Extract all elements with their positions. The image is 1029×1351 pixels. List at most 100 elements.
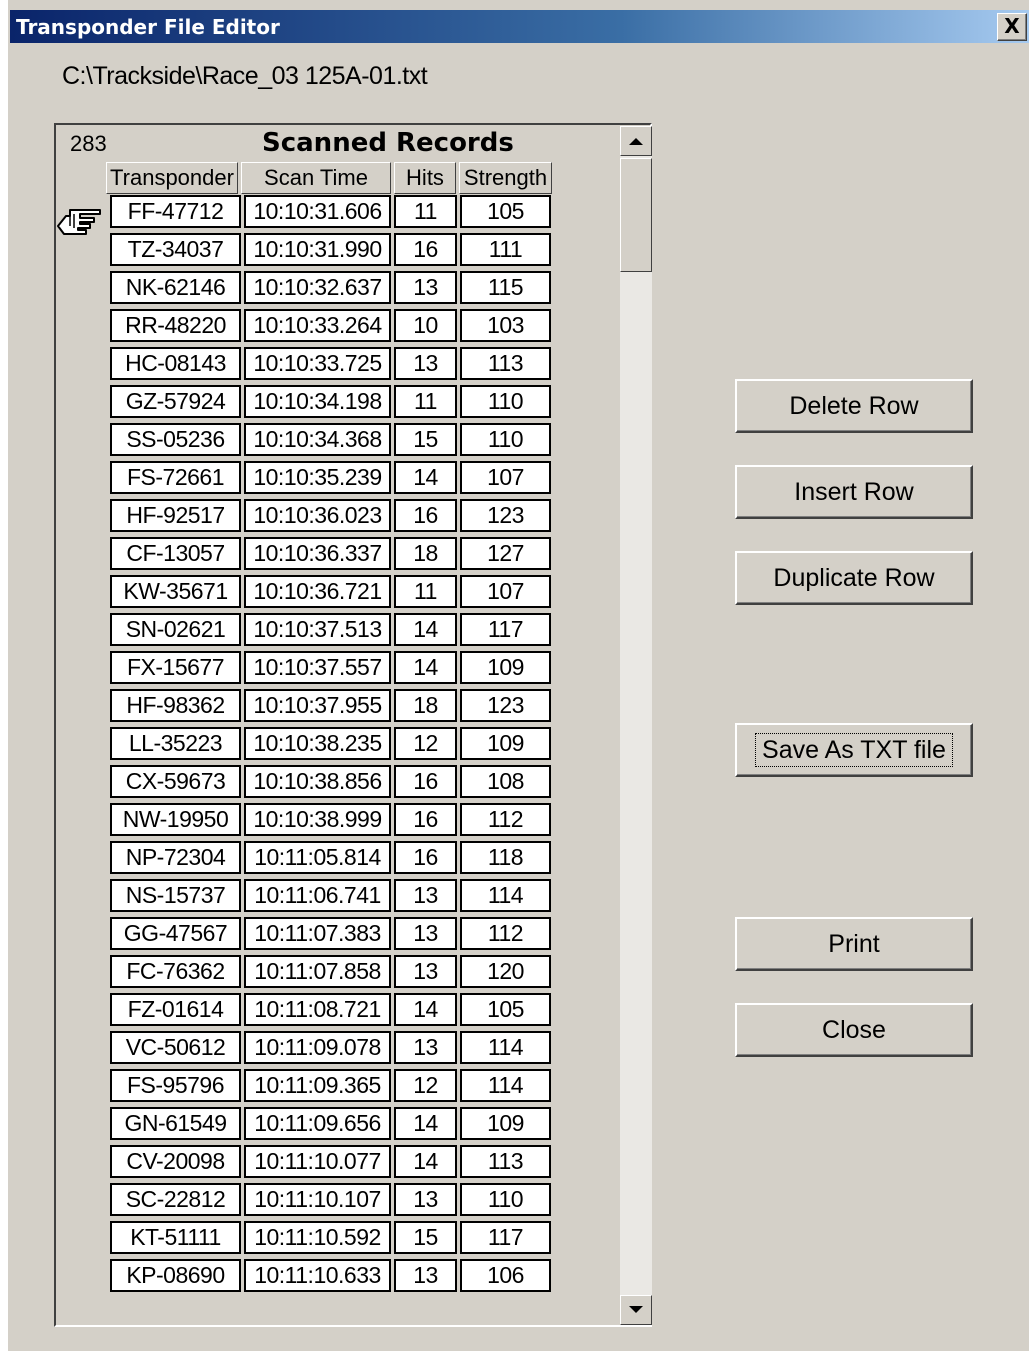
cell-scan-time[interactable]: 10:10:33.725 — [244, 347, 391, 380]
cell-scan-time[interactable]: 10:10:31.606 — [244, 195, 391, 228]
cell-scan-time[interactable]: 10:10:38.999 — [244, 803, 391, 836]
cell-transponder[interactable]: GG-47567 — [110, 917, 241, 950]
cell-hits[interactable]: 16 — [394, 499, 457, 532]
cell-hits[interactable]: 10 — [394, 309, 457, 342]
cell-strength[interactable]: 127 — [460, 537, 551, 570]
cell-strength[interactable]: 107 — [460, 575, 551, 608]
cell-transponder[interactable]: GZ-57924 — [110, 385, 241, 418]
cell-hits[interactable]: 13 — [394, 955, 457, 988]
cell-hits[interactable]: 16 — [394, 233, 457, 266]
cell-strength[interactable]: 108 — [460, 765, 551, 798]
column-header-strength[interactable]: Strength — [459, 162, 552, 194]
cell-hits[interactable]: 11 — [394, 195, 457, 228]
cell-transponder[interactable]: NK-62146 — [110, 271, 241, 304]
cell-scan-time[interactable]: 10:10:36.023 — [244, 499, 391, 532]
cell-strength[interactable]: 113 — [460, 347, 551, 380]
cell-scan-time[interactable]: 10:11:09.656 — [244, 1107, 391, 1140]
cell-scan-time[interactable]: 10:11:07.858 — [244, 955, 391, 988]
cell-transponder[interactable]: KT-51111 — [110, 1221, 241, 1254]
cell-strength[interactable]: 105 — [460, 993, 551, 1026]
cell-scan-time[interactable]: 10:11:10.077 — [244, 1145, 391, 1178]
cell-hits[interactable]: 13 — [394, 879, 457, 912]
cell-scan-time[interactable]: 10:10:38.235 — [244, 727, 391, 760]
cell-strength[interactable]: 113 — [460, 1145, 551, 1178]
cell-transponder[interactable]: FC-76362 — [110, 955, 241, 988]
cell-transponder[interactable]: FS-72661 — [110, 461, 241, 494]
cell-transponder[interactable]: KP-08690 — [110, 1259, 241, 1292]
cell-strength[interactable]: 117 — [460, 1221, 551, 1254]
cell-hits[interactable]: 13 — [394, 347, 457, 380]
cell-scan-time[interactable]: 10:10:34.368 — [244, 423, 391, 456]
cell-hits[interactable]: 16 — [394, 765, 457, 798]
cell-scan-time[interactable]: 10:10:36.721 — [244, 575, 391, 608]
save-as-txt-button[interactable]: Save As TXT file — [735, 723, 973, 777]
cell-transponder[interactable]: CF-13057 — [110, 537, 241, 570]
cell-transponder[interactable]: SN-02621 — [110, 613, 241, 646]
cell-hits[interactable]: 15 — [394, 423, 457, 456]
cell-strength[interactable]: 106 — [460, 1259, 551, 1292]
cell-transponder[interactable]: FS-95796 — [110, 1069, 241, 1102]
print-button[interactable]: Print — [735, 917, 973, 971]
cell-scan-time[interactable]: 10:11:07.383 — [244, 917, 391, 950]
cell-hits[interactable]: 12 — [394, 727, 457, 760]
cell-scan-time[interactable]: 10:11:10.592 — [244, 1221, 391, 1254]
arrow-down-icon[interactable] — [620, 1295, 652, 1325]
cell-transponder[interactable]: TZ-34037 — [110, 233, 241, 266]
cell-transponder[interactable]: CX-59673 — [110, 765, 241, 798]
close-button[interactable]: Close — [735, 1003, 973, 1057]
cell-strength[interactable]: 109 — [460, 727, 551, 760]
cell-scan-time[interactable]: 10:11:09.078 — [244, 1031, 391, 1064]
cell-scan-time[interactable]: 10:10:37.513 — [244, 613, 391, 646]
close-window-button[interactable]: X — [997, 13, 1027, 41]
cell-strength[interactable]: 123 — [460, 499, 551, 532]
cell-hits[interactable]: 14 — [394, 993, 457, 1026]
cell-strength[interactable]: 114 — [460, 1031, 551, 1064]
column-header-hits[interactable]: Hits — [394, 162, 456, 194]
cell-strength[interactable]: 105 — [460, 195, 551, 228]
cell-strength[interactable]: 123 — [460, 689, 551, 722]
cell-transponder[interactable]: SS-05236 — [110, 423, 241, 456]
cell-hits[interactable]: 11 — [394, 385, 457, 418]
cell-hits[interactable]: 13 — [394, 1183, 457, 1216]
vertical-scrollbar[interactable] — [620, 126, 652, 1325]
cell-strength[interactable]: 110 — [460, 385, 551, 418]
cell-transponder[interactable]: NW-19950 — [110, 803, 241, 836]
cell-scan-time[interactable]: 10:10:37.955 — [244, 689, 391, 722]
cell-hits[interactable]: 14 — [394, 651, 457, 684]
cell-transponder[interactable]: CV-20098 — [110, 1145, 241, 1178]
cell-strength[interactable]: 110 — [460, 1183, 551, 1216]
cell-strength[interactable]: 112 — [460, 917, 551, 950]
cell-transponder[interactable]: RR-48220 — [110, 309, 241, 342]
cell-hits[interactable]: 16 — [394, 803, 457, 836]
cell-transponder[interactable]: GN-61549 — [110, 1107, 241, 1140]
cell-hits[interactable]: 14 — [394, 1145, 457, 1178]
cell-strength[interactable]: 114 — [460, 1069, 551, 1102]
cell-scan-time[interactable]: 10:10:34.198 — [244, 385, 391, 418]
cell-strength[interactable]: 120 — [460, 955, 551, 988]
cell-transponder[interactable]: FX-15677 — [110, 651, 241, 684]
cell-transponder[interactable]: SC-22812 — [110, 1183, 241, 1216]
cell-strength[interactable]: 103 — [460, 309, 551, 342]
cell-transponder[interactable]: FF-47712 — [110, 195, 241, 228]
cell-strength[interactable]: 109 — [460, 1107, 551, 1140]
cell-scan-time[interactable]: 10:10:33.264 — [244, 309, 391, 342]
cell-strength[interactable]: 107 — [460, 461, 551, 494]
arrow-up-icon[interactable] — [620, 126, 652, 156]
cell-scan-time[interactable]: 10:11:06.741 — [244, 879, 391, 912]
cell-scan-time[interactable]: 10:11:10.107 — [244, 1183, 391, 1216]
cell-transponder[interactable]: FZ-01614 — [110, 993, 241, 1026]
cell-hits[interactable]: 14 — [394, 1107, 457, 1140]
cell-scan-time[interactable]: 10:10:35.239 — [244, 461, 391, 494]
cell-hits[interactable]: 14 — [394, 613, 457, 646]
cell-scan-time[interactable]: 10:11:09.365 — [244, 1069, 391, 1102]
title-bar[interactable]: Transponder File Editor X — [10, 10, 1029, 43]
cell-strength[interactable]: 112 — [460, 803, 551, 836]
cell-scan-time[interactable]: 10:11:05.814 — [244, 841, 391, 874]
scrollbar-thumb[interactable] — [620, 158, 652, 272]
cell-scan-time[interactable]: 10:11:08.721 — [244, 993, 391, 1026]
cell-scan-time[interactable]: 10:10:38.856 — [244, 765, 391, 798]
cell-scan-time[interactable]: 10:10:37.557 — [244, 651, 391, 684]
cell-transponder[interactable]: NS-15737 — [110, 879, 241, 912]
cell-transponder[interactable]: HF-92517 — [110, 499, 241, 532]
cell-hits[interactable]: 11 — [394, 575, 457, 608]
